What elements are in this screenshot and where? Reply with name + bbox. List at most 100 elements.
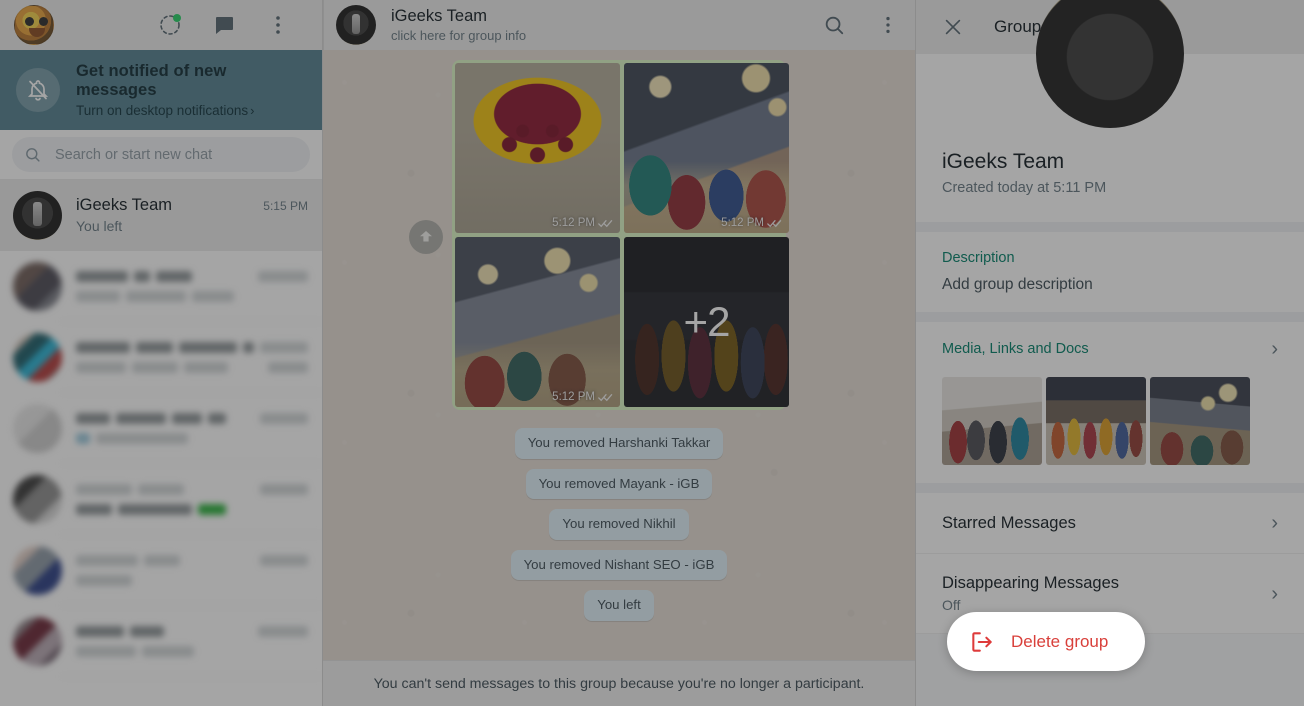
disappearing-messages-value: Off <box>942 597 961 613</box>
notification-banner-subtitle-text: Turn on desktop notifications <box>76 103 249 118</box>
media-card: Media, Links and Docs › <box>916 322 1304 483</box>
conversation-subtitle[interactable]: click here for group info <box>391 28 526 43</box>
system-message: You left <box>584 590 654 621</box>
starred-messages-main: Starred Messages <box>942 514 1271 533</box>
left-header-actions <box>158 13 308 37</box>
avatar <box>13 475 62 524</box>
redacted-line <box>76 483 308 495</box>
chat-list-item-redacted[interactable] <box>0 393 322 464</box>
media-thumbnail[interactable] <box>942 377 1042 465</box>
media-links-docs-row[interactable]: Media, Links and Docs › <box>916 322 1304 365</box>
group-avatar[interactable] <box>336 5 376 45</box>
new-chat-icon[interactable] <box>212 13 236 37</box>
chat-list[interactable]: iGeeks Team 5:15 PM You left <box>0 180 322 706</box>
disappearing-messages-label: Disappearing Messages <box>942 574 1120 592</box>
chat-item-body <box>62 464 322 535</box>
avatar <box>13 404 62 453</box>
message-list[interactable]: 5:12 PM 5:12 PM 5:12 PM +2 You removed H… <box>323 50 915 660</box>
conversation-pane: iGeeks Team click here for group info 5:… <box>323 0 915 706</box>
search-icon <box>26 148 40 162</box>
conversation-header[interactable]: iGeeks Team click here for group info <box>323 0 915 50</box>
album-grid: 5:12 PM 5:12 PM 5:12 PM +2 <box>452 60 789 410</box>
chevron-right-icon: › <box>1271 512 1278 534</box>
chat-list-item-redacted[interactable] <box>0 464 322 535</box>
delete-group-button[interactable]: Delete group <box>947 612 1145 671</box>
chat-list-item-redacted[interactable] <box>0 535 322 606</box>
chat-item-name: iGeeks Team <box>76 196 172 214</box>
timestamp-text: 5:12 PM <box>552 391 595 403</box>
unread-badge <box>198 503 226 515</box>
photo-album-message[interactable]: 5:12 PM 5:12 PM 5:12 PM +2 <box>409 60 789 410</box>
chat-item-body <box>62 251 322 322</box>
read-receipt-icon <box>767 219 782 227</box>
group-info-pane: Group info iGeeks Team Created today at … <box>915 0 1304 706</box>
chat-list-item-igeeks-team[interactable]: iGeeks Team 5:15 PM You left <box>0 180 322 251</box>
album-photo-more[interactable]: +2 <box>624 237 789 407</box>
left-pane-header <box>0 0 322 50</box>
search-bar <box>0 130 322 180</box>
chat-list-item-redacted[interactable] <box>0 606 322 677</box>
my-profile-avatar[interactable] <box>14 5 54 45</box>
redacted-line <box>76 290 308 302</box>
redacted-line <box>76 554 308 566</box>
redacted-line <box>76 625 308 637</box>
search-icon[interactable] <box>823 14 845 36</box>
overflow-menu-icon[interactable] <box>877 14 899 36</box>
group-avatar-large[interactable] <box>1036 0 1184 128</box>
whatsapp-web-window: Get notified of new messages Turn on des… <box>0 0 1304 706</box>
chat-list-item-redacted[interactable] <box>0 322 322 393</box>
media-links-docs-label: Media, Links and Docs <box>942 341 1089 357</box>
close-icon[interactable] <box>942 16 964 38</box>
status-ring-icon[interactable] <box>158 13 182 37</box>
redacted-line <box>76 412 308 424</box>
desktop-notification-banner[interactable]: Get notified of new messages Turn on des… <box>0 50 322 130</box>
chat-item-preview: You left <box>76 218 123 234</box>
chevron-right-icon: › <box>250 103 255 118</box>
exit-group-icon <box>969 629 995 655</box>
status-unread-dot <box>173 14 181 22</box>
media-thumbnails <box>916 365 1304 483</box>
redacted-line <box>76 341 308 353</box>
forward-arrow-icon[interactable] <box>409 220 443 254</box>
section-divider <box>916 483 1304 493</box>
message-timestamp: 5:12 PM <box>721 217 783 229</box>
starred-messages-label: Starred Messages <box>942 513 1076 532</box>
media-thumbnail[interactable] <box>1150 377 1250 465</box>
description-card[interactable]: Description Add group description <box>916 232 1304 312</box>
search-box[interactable] <box>12 137 310 172</box>
media-thumbnail[interactable] <box>1046 377 1146 465</box>
chat-item-body <box>62 606 322 677</box>
notification-banner-text: Get notified of new messages Turn on des… <box>76 62 306 118</box>
redacted-line <box>76 361 308 373</box>
group-created: Created today at 5:11 PM <box>942 180 1107 196</box>
system-message: You removed Harshanki Takkar <box>514 428 724 459</box>
description-label: Description <box>942 250 1015 266</box>
message-timestamp: 5:12 PM <box>552 217 614 229</box>
overflow-menu-icon[interactable] <box>266 13 290 37</box>
chevron-right-icon: › <box>1271 582 1278 605</box>
description-value[interactable]: Add group description <box>942 276 1278 294</box>
timestamp-text: 5:12 PM <box>721 217 764 229</box>
footer-notice-text: You can't send messages to this group be… <box>373 675 865 692</box>
album-photo[interactable]: 5:12 PM <box>624 63 789 233</box>
chat-list-item-redacted[interactable] <box>0 251 322 322</box>
starred-messages-row[interactable]: Starred Messages › <box>916 493 1304 554</box>
avatar <box>13 333 62 382</box>
chat-list-pane: Get notified of new messages Turn on des… <box>0 0 323 706</box>
search-input[interactable] <box>55 146 298 163</box>
section-divider <box>916 312 1304 322</box>
delete-group-label: Delete group <box>1011 631 1109 651</box>
message-timestamp: 5:12 PM <box>552 391 614 403</box>
avatar <box>13 546 62 595</box>
album-photo[interactable]: 5:12 PM <box>455 237 620 407</box>
album-photo[interactable]: 5:12 PM <box>455 63 620 233</box>
notification-banner-subtitle[interactable]: Turn on desktop notifications › <box>76 103 306 118</box>
read-receipt-icon <box>598 393 613 401</box>
redacted-line <box>76 432 308 444</box>
redacted-line <box>76 503 308 515</box>
description-section[interactable]: Description Add group description <box>916 232 1304 312</box>
group-hero: iGeeks Team Created today at 5:11 PM <box>916 0 1304 222</box>
conversation-title: iGeeks Team <box>391 7 487 25</box>
chat-item-body <box>62 535 322 606</box>
chat-item-line1: iGeeks Team 5:15 PM <box>76 196 308 215</box>
